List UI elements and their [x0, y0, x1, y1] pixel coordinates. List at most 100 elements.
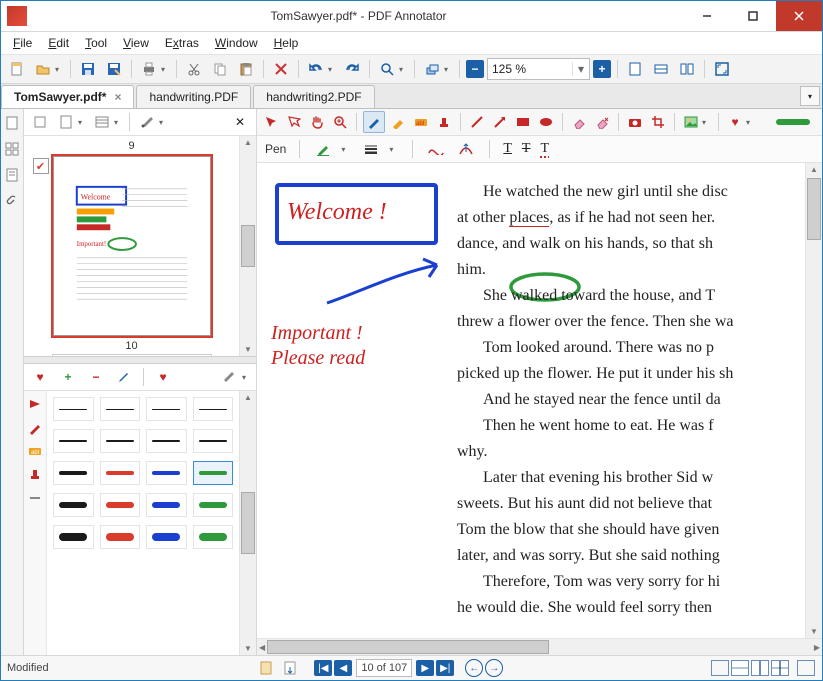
tab-tomsawyer[interactable]: TomSawyer.pdf* × — [1, 85, 134, 108]
undo-dropdown[interactable]: ▾ — [328, 65, 336, 74]
fav-swatch-selected[interactable] — [193, 461, 234, 485]
menu-file[interactable]: File — [7, 34, 38, 52]
favorite-heart2-icon[interactable]: ♥ — [151, 365, 175, 389]
menu-extras[interactable]: Extras — [159, 34, 205, 52]
pen-width-icon[interactable] — [361, 139, 381, 159]
view-mode-dropdown[interactable]: ▾ — [114, 118, 122, 127]
status-export-icon[interactable] — [278, 656, 302, 680]
settings-icon[interactable] — [135, 110, 159, 134]
open-file-icon[interactable] — [31, 57, 55, 81]
fav-rail-highlight-icon[interactable]: abI — [28, 445, 42, 457]
prev-page-button[interactable]: ◀ — [334, 660, 352, 676]
next-thumbnail-peek[interactable] — [52, 354, 212, 356]
eraser-tool-icon[interactable] — [569, 112, 589, 132]
nav-forward-button[interactable]: → — [485, 659, 503, 677]
pen-color-icon[interactable] — [313, 139, 333, 159]
favorite-heart-icon[interactable]: ♥ — [28, 365, 52, 389]
minimize-button[interactable] — [684, 1, 730, 31]
fav-swatch[interactable] — [193, 429, 234, 453]
pen-color-dropdown[interactable]: ▾ — [341, 145, 349, 154]
menu-help[interactable]: Help — [268, 34, 305, 52]
favorite-remove-icon[interactable]: − — [84, 365, 108, 389]
print-icon[interactable] — [137, 57, 161, 81]
lasso-tool-icon[interactable] — [284, 112, 304, 132]
favorite-tool-icon[interactable]: ♥ — [725, 112, 745, 132]
zoom-value[interactable]: 125 % — [488, 62, 572, 76]
pointer-tool-icon[interactable] — [261, 112, 281, 132]
sidebar-close-icon[interactable]: ✕ — [228, 110, 252, 134]
fav-swatch[interactable] — [193, 493, 234, 517]
fav-rail-pen-icon[interactable] — [28, 421, 42, 435]
fav-swatch[interactable] — [53, 461, 94, 485]
print-dropdown[interactable]: ▾ — [161, 65, 169, 74]
nav-back-button[interactable]: ← — [465, 659, 483, 677]
tab-handwriting[interactable]: handwriting.PDF — [136, 85, 251, 108]
arrow-tool-icon[interactable] — [490, 112, 510, 132]
menu-view[interactable]: View — [117, 34, 155, 52]
fav-swatch[interactable] — [146, 461, 187, 485]
copy-icon[interactable] — [208, 57, 232, 81]
delete-icon[interactable] — [269, 57, 293, 81]
zoom-tool-icon[interactable] — [330, 112, 350, 132]
paste-icon[interactable] — [234, 57, 258, 81]
fav-swatch[interactable] — [100, 429, 141, 453]
page-thumbnail[interactable]: ✔ Welcome Important! — [51, 154, 213, 338]
maximize-button[interactable] — [730, 1, 776, 31]
open-dropdown[interactable]: ▾ — [55, 65, 63, 74]
pen-tool-icon[interactable] — [363, 111, 385, 133]
undo-icon[interactable] — [304, 57, 328, 81]
two-page-icon[interactable] — [675, 57, 699, 81]
document-hscrollbar[interactable]: ◀ ▶ — [257, 638, 822, 655]
fav-rail-more-icon[interactable] — [28, 491, 42, 505]
stamp-tool-icon[interactable] — [434, 112, 454, 132]
favorite-edit-icon[interactable] — [112, 365, 136, 389]
fav-swatch[interactable] — [146, 525, 187, 549]
fav-swatch[interactable] — [53, 493, 94, 517]
fav-swatch[interactable] — [100, 493, 141, 517]
tab-overflow-dropdown[interactable]: ▾ — [800, 86, 820, 106]
rail-thumbnails-icon[interactable] — [4, 141, 20, 157]
pan-tool-icon[interactable] — [307, 112, 327, 132]
fav-swatch[interactable] — [53, 397, 94, 421]
text-style1-icon[interactable]: T — [503, 141, 512, 157]
text-style2-icon[interactable]: T — [522, 141, 531, 157]
ellipse-tool-icon[interactable] — [536, 112, 556, 132]
image-tool-icon[interactable] — [681, 112, 701, 132]
fit-page-icon[interactable] — [623, 57, 647, 81]
settings-dropdown[interactable]: ▾ — [159, 118, 167, 127]
annotation-important-text[interactable]: Important ! Please read — [271, 321, 365, 371]
fav-swatch[interactable] — [53, 429, 94, 453]
zoom-combo[interactable]: 125 % ▾ — [487, 58, 590, 80]
view-mode-icon[interactable] — [90, 110, 114, 134]
text-highlight-icon[interactable]: abI — [411, 112, 431, 132]
thumbnail-scrollbar[interactable]: ▲ ▼ — [239, 136, 256, 356]
zoom-in-button[interactable]: + — [593, 60, 611, 78]
thumbnail-checkbox[interactable]: ✔ — [33, 158, 49, 174]
redo-icon[interactable] — [340, 57, 364, 81]
rail-attachments-icon[interactable] — [4, 193, 20, 209]
view-grid-icon[interactable] — [771, 660, 789, 676]
rail-bookmarks-icon[interactable] — [4, 167, 20, 183]
rectangle-tool-icon[interactable] — [513, 112, 533, 132]
cut-icon[interactable] — [182, 57, 206, 81]
page-mode-icon[interactable] — [54, 110, 78, 134]
menu-window[interactable]: Window — [209, 34, 264, 52]
document-view[interactable]: Welcome ! Important ! Please read He wat… — [257, 163, 805, 638]
pen-pressure-icon[interactable] — [456, 139, 476, 159]
pen-width-dropdown[interactable]: ▾ — [389, 145, 397, 154]
document-vscrollbar[interactable]: ▲ ▼ — [805, 163, 822, 638]
fav-swatch[interactable] — [100, 525, 141, 549]
tab-close-icon[interactable]: × — [114, 90, 121, 104]
first-page-button[interactable]: |◀ — [314, 660, 332, 676]
favorites-settings-dropdown[interactable]: ▾ — [242, 373, 250, 382]
fit-width-icon[interactable] — [649, 57, 673, 81]
next-page-button[interactable]: ▶ — [416, 660, 434, 676]
save-icon[interactable] — [76, 57, 100, 81]
save-as-icon[interactable] — [102, 57, 126, 81]
crop-tool-icon[interactable] — [648, 112, 668, 132]
fav-swatch[interactable] — [193, 397, 234, 421]
tab-handwriting2[interactable]: handwriting2.PDF — [253, 85, 374, 108]
last-page-button[interactable]: ▶| — [436, 660, 454, 676]
rail-pages-icon[interactable] — [4, 115, 20, 131]
page-number-field[interactable]: 10 of 107 — [356, 659, 412, 677]
